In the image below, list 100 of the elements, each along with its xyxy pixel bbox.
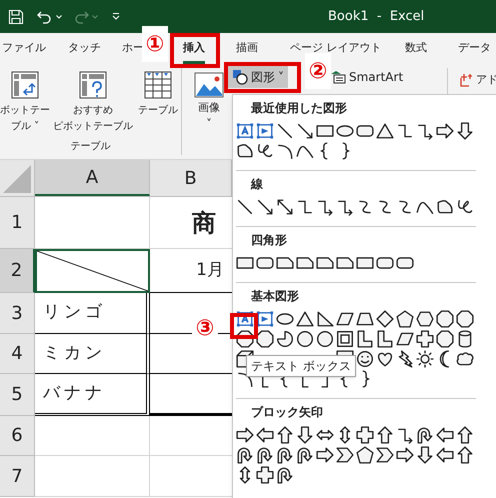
parallelogram-icon[interactable]	[396, 330, 414, 348]
hexagon-icon[interactable]	[416, 310, 434, 328]
cross-icon[interactable]	[256, 466, 274, 484]
row-header[interactable]: 7	[0, 456, 35, 497]
down-arrow-icon[interactable]	[456, 122, 474, 140]
octagon-icon[interactable]	[256, 330, 274, 348]
row-header[interactable]: 3	[0, 293, 35, 334]
ribbon-tab[interactable]: 描画	[236, 33, 258, 64]
up-arrow-icon[interactable]	[376, 426, 394, 444]
elbow-arrow-icon[interactable]	[316, 198, 334, 216]
double-arrow-line-icon[interactable]	[276, 198, 294, 216]
left-arrow-icon[interactable]	[436, 446, 454, 464]
pie-icon[interactable]	[276, 330, 294, 348]
ribbon-button[interactable]: ボットテー ブル ˅	[0, 70, 50, 135]
triangle-icon[interactable]	[296, 310, 314, 328]
ribbon-tab[interactable]: 挿入	[183, 33, 205, 64]
text-box-icon[interactable]	[236, 310, 254, 328]
right-triangle-icon[interactable]	[316, 310, 334, 328]
image-button[interactable]: 画像 ˅	[194, 72, 224, 132]
arrow-line-icon[interactable]	[256, 198, 274, 216]
line-icon[interactable]	[236, 198, 254, 216]
section-heading: ブロック矢印	[251, 404, 323, 421]
ribbon-tab[interactable]: データ	[458, 33, 491, 64]
pentagon-icon[interactable]	[356, 446, 374, 464]
arrow-line-icon[interactable]	[296, 122, 314, 140]
ribbon-tab[interactable]: タッチ	[68, 33, 101, 64]
frame-icon[interactable]	[336, 330, 354, 348]
octagon-icon[interactable]	[456, 310, 474, 328]
up-arrow-icon[interactable]	[456, 446, 474, 464]
line-icon[interactable]	[276, 122, 294, 140]
customize-icon[interactable]	[112, 13, 120, 20]
arc-icon[interactable]	[236, 370, 254, 388]
row-header[interactable]: 4	[0, 334, 35, 374]
ribbon-tab[interactable]: 数式	[405, 33, 427, 64]
shapes-button[interactable]: 図形 ˅	[228, 66, 288, 88]
u-turn-arrow-icon[interactable]	[256, 446, 274, 464]
ribbon-tab[interactable]: ファイル	[2, 33, 46, 64]
elbow-line-icon[interactable]	[396, 122, 414, 140]
pivot-table-icon	[10, 70, 40, 100]
ribbon-button[interactable]: おすすめ ピボットテーブル	[52, 70, 134, 135]
pentagon-icon[interactable]	[396, 310, 414, 328]
ribbon-button[interactable]: テーブル	[136, 70, 180, 119]
down-arrow-icon[interactable]	[416, 446, 434, 464]
parallelogram-icon[interactable]	[336, 310, 354, 328]
u-turn-arrow-icon[interactable]	[236, 446, 254, 464]
right-arrow-icon[interactable]	[396, 446, 414, 464]
cylinder-icon[interactable]	[456, 330, 474, 348]
scribble-icon[interactable]	[256, 142, 274, 160]
smiley-icon[interactable]	[356, 350, 374, 368]
trapezoid-icon[interactable]	[356, 310, 374, 328]
octagon-icon[interactable]	[436, 330, 454, 348]
u-turn-arrow-icon[interactable]	[276, 446, 294, 464]
down-arrow-icon[interactable]	[296, 426, 314, 444]
up-arrow-icon[interactable]	[276, 426, 294, 444]
save-icon[interactable]	[8, 8, 24, 24]
right-arrow-icon[interactable]	[316, 446, 334, 464]
chevron-icon[interactable]	[376, 446, 394, 464]
cloud-icon[interactable]	[456, 350, 474, 368]
freeform-icon[interactable]	[236, 142, 254, 160]
row-header[interactable]: 2	[0, 249, 35, 293]
vertical-text-box-icon[interactable]	[256, 310, 274, 328]
octagon-icon[interactable]	[436, 310, 454, 328]
chevron-icon[interactable]	[336, 446, 354, 464]
elbow-arrow-icon[interactable]	[396, 426, 414, 444]
vertical-text-box-icon[interactable]	[256, 122, 274, 140]
elbow-line-icon[interactable]	[296, 198, 314, 216]
cross-icon[interactable]	[416, 330, 434, 348]
picture-icon	[194, 72, 224, 98]
left-arrow-icon[interactable]	[256, 426, 274, 444]
circle-icon[interactable]	[316, 330, 334, 348]
column-header[interactable]: A	[35, 160, 150, 196]
u-turn-arrow-icon[interactable]	[416, 426, 434, 444]
table-cell: リンゴ	[35, 293, 150, 334]
triangle-icon[interactable]	[376, 122, 394, 140]
row-header[interactable]: 1	[0, 197, 35, 249]
text-box-icon[interactable]	[236, 122, 254, 140]
right-arrow-icon[interactable]	[236, 426, 254, 444]
lightning-icon[interactable]	[396, 350, 414, 368]
freeform-icon[interactable]	[436, 198, 454, 216]
sun-icon[interactable]	[416, 350, 434, 368]
elbow-arrow-icon[interactable]	[336, 198, 354, 216]
highlight-frame	[170, 33, 220, 68]
u-turn-arrow-icon[interactable]	[276, 466, 294, 484]
row-header[interactable]: 6	[0, 416, 35, 456]
left-arrow-icon[interactable]	[436, 426, 454, 444]
u-turn-arrow-icon[interactable]	[296, 446, 314, 464]
cross-icon[interactable]	[356, 426, 374, 444]
elbow-arrow-icon[interactable]	[416, 122, 434, 140]
scribble-icon[interactable]	[456, 198, 474, 216]
section-heading: 基本図形	[251, 288, 299, 305]
arc-icon[interactable]	[276, 142, 294, 160]
l-shape-icon[interactable]	[376, 330, 394, 348]
smartart-button[interactable]: SmartArt	[330, 68, 404, 86]
up-arrow-icon[interactable]	[456, 426, 474, 444]
circle-icon[interactable]	[296, 330, 314, 348]
right-arrow-icon[interactable]	[436, 122, 454, 140]
diamond-icon[interactable]	[376, 310, 394, 328]
row-header[interactable]: 5	[0, 374, 35, 416]
l-shape-icon[interactable]	[356, 330, 374, 348]
heart-icon[interactable]	[376, 350, 394, 368]
